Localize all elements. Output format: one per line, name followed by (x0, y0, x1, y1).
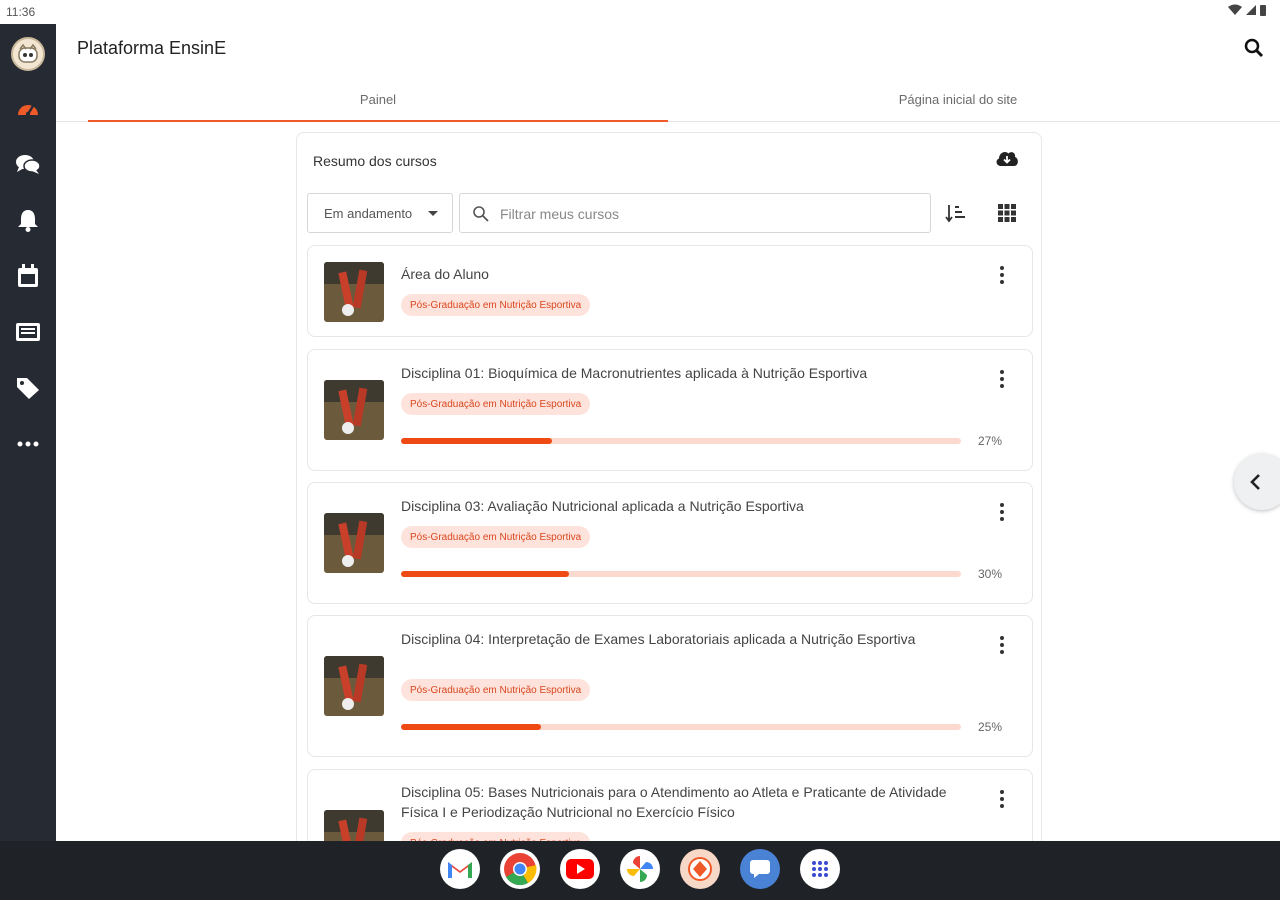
download-button[interactable] (995, 149, 1019, 172)
course-name[interactable]: Área do Aluno (401, 264, 971, 284)
course-filter-input[interactable] (500, 202, 920, 226)
course-category-badge: Pós-Graduação em Nutrição Esportiva (401, 294, 591, 316)
course-status-select[interactable]: Em andamento (307, 193, 453, 233)
status-time: 11:36 (6, 5, 36, 19)
more-icon (17, 441, 39, 447)
sidebar-item-dashboard[interactable] (10, 90, 46, 126)
course-thumbnail (324, 810, 384, 841)
photos-icon[interactable] (620, 849, 660, 889)
course-progress-fill (401, 571, 569, 577)
system-icons (1228, 4, 1266, 16)
tab-site-home[interactable]: Página inicial do site (668, 76, 1248, 122)
chrome-icon[interactable] (500, 849, 540, 889)
view-mode-button[interactable] (993, 199, 1021, 227)
battery-icon (1260, 5, 1266, 16)
course-actions-menu[interactable] (992, 367, 1012, 391)
main-content: Plataforma EnsinE Painel Página inicial … (56, 24, 1280, 841)
course-progress-fill (401, 724, 541, 730)
tag-icon (17, 378, 39, 399)
sidebar-item-calendar[interactable] (10, 258, 46, 294)
sort-icon (945, 205, 965, 223)
calendar-icon (18, 264, 38, 287)
course-actions-menu[interactable] (992, 263, 1012, 287)
moodle-app-icon[interactable] (680, 849, 720, 889)
tab-painel[interactable]: Painel (88, 76, 668, 122)
course-progress-bar (401, 571, 961, 577)
sidebar-item-grades[interactable] (10, 314, 46, 350)
caret-down-icon (428, 211, 438, 216)
course-name[interactable]: Disciplina 01: Bioquímica de Macronutrie… (401, 363, 971, 383)
messages-icon (16, 155, 41, 174)
sidebar-item-user-avatar[interactable] (10, 36, 46, 72)
course-category-badge: Pós-Graduação em Nutrição Esportiva (401, 679, 591, 701)
cloud-download-icon (996, 151, 1018, 166)
gmail-icon[interactable] (440, 849, 480, 889)
course-name[interactable]: Disciplina 03: Avaliação Nutricional apl… (401, 496, 971, 516)
course-actions-menu[interactable] (992, 633, 1012, 657)
course-overview-title: Resumo dos cursos (313, 153, 437, 169)
course-progress-label: 30% (977, 567, 1002, 581)
course-status-select-value: Em andamento (324, 205, 413, 221)
youtube-icon[interactable] (560, 849, 600, 889)
app-dock (440, 849, 840, 889)
signal-icon (1246, 5, 1256, 15)
course-item[interactable]: Disciplina 05: Bases Nutricionais para o… (307, 769, 1033, 841)
app-title: Plataforma EnsinE (77, 38, 227, 58)
dashboard-icon (18, 105, 38, 117)
course-name[interactable]: Disciplina 04: Interpretação de Exames L… (401, 629, 971, 649)
sidebar-item-notifications[interactable] (10, 202, 46, 238)
course-thumbnail (324, 513, 384, 573)
tab-bar: Painel Página inicial do site (56, 76, 1280, 122)
course-actions-menu[interactable] (992, 500, 1012, 524)
course-category-badge: Pós-Graduação em Nutrição Esportiva (401, 393, 591, 415)
course-item[interactable]: Disciplina 03: Avaliação Nutricional apl… (307, 482, 1033, 604)
course-item[interactable]: Disciplina 01: Bioquímica de Macronutrie… (307, 349, 1033, 471)
course-thumbnail (324, 262, 384, 322)
status-bar: 11:36 (0, 0, 1280, 24)
sidebar-item-tags[interactable] (10, 370, 46, 406)
chevron-left-icon (1250, 474, 1260, 490)
course-progress-bar (401, 724, 961, 730)
notifications-icon (18, 210, 38, 232)
sidebar-item-more[interactable] (10, 426, 46, 462)
sidebar-item-messages[interactable] (10, 146, 46, 182)
grades-icon (16, 323, 40, 341)
course-thumbnail (324, 380, 384, 440)
course-name[interactable]: Disciplina 05: Bases Nutricionais para o… (401, 782, 971, 822)
system-taskbar (0, 841, 1280, 900)
grid-icon (998, 204, 1016, 222)
app-drawer-icon[interactable] (800, 849, 840, 889)
course-item[interactable]: Área do Aluno Pós-Graduação em Nutrição … (307, 245, 1033, 337)
course-category-badge: Pós-Graduação em Nutrição Esportiva (401, 526, 591, 548)
wifi-icon (1228, 4, 1242, 15)
course-filter (459, 193, 931, 233)
course-progress-label: 27% (977, 434, 1002, 448)
course-thumbnail (324, 656, 384, 716)
sort-button[interactable] (942, 199, 970, 227)
course-category-badge: Pós-Graduação em Nutrição Esportiva (401, 832, 591, 841)
search-icon (1244, 38, 1264, 58)
messages-app-icon[interactable] (740, 849, 780, 889)
sidebar (0, 24, 56, 841)
course-item[interactable]: Disciplina 04: Interpretação de Exames L… (307, 615, 1033, 757)
global-search-button[interactable] (1244, 38, 1264, 63)
course-overview-card: Resumo dos cursos Em andamento Filtrar m… (296, 132, 1042, 841)
search-icon (472, 205, 490, 228)
course-actions-menu[interactable] (992, 787, 1012, 811)
avatar (11, 37, 45, 71)
course-progress-label: 25% (977, 720, 1002, 734)
course-progress-bar (401, 438, 961, 444)
course-progress-fill (401, 438, 553, 444)
